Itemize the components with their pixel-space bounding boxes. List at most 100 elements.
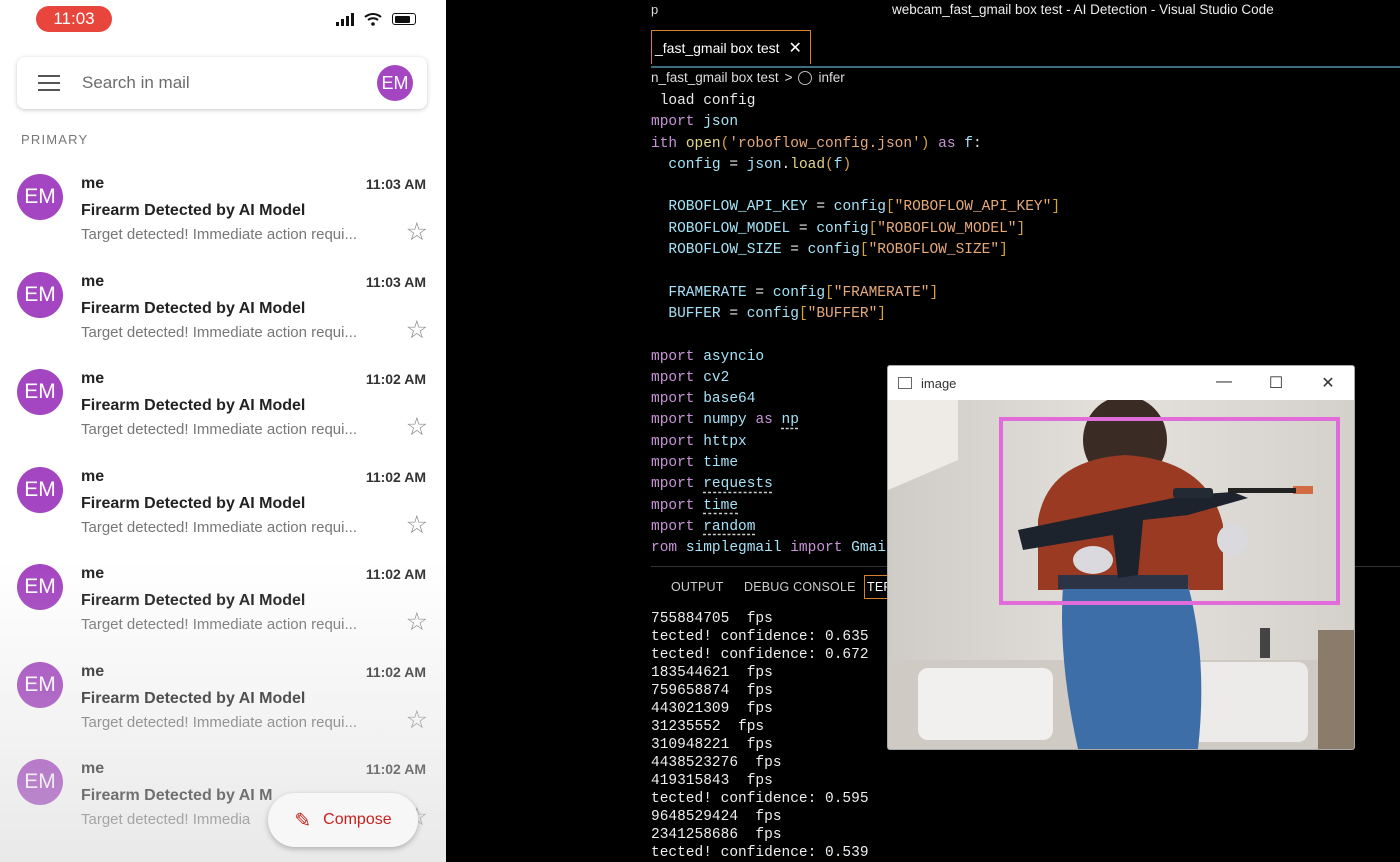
search-bar[interactable]: EM <box>17 57 427 109</box>
email-subject: Firearm Detected by AI Model <box>81 494 306 512</box>
email-subject: Firearm Detected by AI Model <box>81 592 306 609</box>
editor-tab[interactable]: _fast_gmail box test ✕ <box>651 30 811 64</box>
menu-fragment[interactable]: p <box>651 2 658 17</box>
function-icon <box>798 70 813 85</box>
terminal-line: 310948221 fps <box>651 737 773 753</box>
terminal-output[interactable]: 755884705 fps tected! confidence: 0.635 te… <box>651 610 869 862</box>
email-time: 11:03 AM <box>365 176 426 192</box>
email-time: 11:02 AM <box>365 468 426 485</box>
email-subject: Firearm Detected by AI Model <box>81 689 306 707</box>
breadcrumb-file[interactable]: n_fast_gmail box test <box>651 70 779 85</box>
maximize-icon[interactable]: ☐ <box>1250 373 1302 393</box>
email-subject: Firearm Detected by AI Model <box>81 299 306 317</box>
sender-avatar: EM <box>17 466 63 513</box>
star-icon[interactable]: ☆ <box>406 220 428 245</box>
window-title: webcam_fast_gmail box test - AI Detectio… <box>892 2 1274 17</box>
account-avatar[interactable]: EM <box>377 65 413 101</box>
star-icon[interactable]: ☆ <box>406 317 428 343</box>
email-sender: me <box>81 272 105 290</box>
email-sender: me <box>81 565 105 582</box>
image-window[interactable]: image — ☐ ✕ <box>887 365 1355 750</box>
email-subject: Firearm Detected by AI Model <box>81 202 306 219</box>
pencil-icon: ✎ <box>294 809 312 832</box>
email-preview: Target detected! Immediate action requi.… <box>81 713 357 731</box>
email-list-item[interactable]: EM me 11:02 AM Firearm Detected by AI Mo… <box>0 357 446 455</box>
star-icon[interactable]: ☆ <box>406 610 428 635</box>
email-list: EM me 11:03 AM Firearm Detected by AI Mo… <box>0 162 446 845</box>
terminal-line: 755884705 fps <box>651 611 773 627</box>
code-line: ROBOFLOW_MODEL = config["ROBOFLOW_MODEL"… <box>668 220 1026 237</box>
email-list-item[interactable]: EM me 11:02 AM Firearm Detected by AI Mo… <box>0 552 446 650</box>
email-time: 11:02 AM <box>365 371 426 387</box>
editor-tab-label: _fast_gmail box test <box>655 39 780 56</box>
search-input[interactable] <box>80 72 377 94</box>
terminal-line: 9648529424 fps <box>651 809 782 825</box>
image-window-titlebar[interactable]: image — ☐ ✕ <box>888 366 1354 400</box>
editor-tab-bar: _fast_gmail box test ✕ <box>651 30 1400 68</box>
breadcrumb-separator: > <box>784 70 793 85</box>
gmail-phone-screen: 11:03 EM PRIMARY EM me 11:03 AM Firearm … <box>0 0 446 862</box>
star-icon[interactable]: ☆ <box>406 415 428 440</box>
sender-avatar: EM <box>17 271 63 318</box>
sender-avatar: EM <box>17 564 63 610</box>
code-line: ith open('roboflow_config.json') as f: <box>651 135 982 152</box>
breadcrumb-symbol[interactable]: infer <box>818 70 844 85</box>
code-line: ROBOFLOW_SIZE = config["ROBOFLOW_SIZE"] <box>668 242 1008 259</box>
sender-avatar: EM <box>17 759 63 805</box>
star-icon[interactable]: ☆ <box>406 512 428 538</box>
email-preview: Target detected! Immediate action requi.… <box>81 226 357 243</box>
email-list-item[interactable]: EM me 11:03 AM Firearm Detected by AI Mo… <box>0 260 446 358</box>
email-time: 11:02 AM <box>365 566 426 582</box>
terminal-line: 759658874 fps <box>651 683 773 699</box>
email-subject: Firearm Detected by AI Model <box>81 397 306 414</box>
terminal-line: tected! confidence: 0.539 <box>651 845 869 861</box>
window-controls: — ☐ ✕ <box>1198 373 1354 393</box>
sender-avatar: EM <box>17 174 63 220</box>
compose-button[interactable]: ✎ Compose <box>268 793 418 847</box>
code-line: config = json.load(f) <box>668 156 852 173</box>
wifi-icon <box>364 13 382 26</box>
email-sender: me <box>81 370 105 387</box>
email-preview: Target detected! Immediate action requi.… <box>81 323 357 341</box>
menu-icon[interactable] <box>38 75 60 91</box>
compose-label: Compose <box>323 811 392 828</box>
close-icon[interactable]: ✕ <box>1302 373 1354 393</box>
terminal-line: 31235552 fps <box>651 719 765 735</box>
email-list-item[interactable]: EM me 11:03 AM Firearm Detected by AI Mo… <box>0 162 446 260</box>
email-preview: Target detected! Immediate action requi.… <box>81 518 357 536</box>
minimize-icon[interactable]: — <box>1198 373 1250 393</box>
email-sender: me <box>81 175 105 192</box>
tab-debug-console[interactable]: DEBUG CONSOLE <box>744 580 856 594</box>
email-time: 11:02 AM <box>365 761 426 777</box>
email-time: 11:03 AM <box>365 273 426 290</box>
email-sender: me <box>81 760 105 777</box>
email-list-item[interactable]: EM me 11:02 AM Firearm Detected by AI Mo… <box>0 455 446 553</box>
code-line: FRAMERATE = config["FRAMERATE"] <box>668 284 939 301</box>
star-icon[interactable]: ☆ <box>406 707 428 733</box>
terminal-line: tected! confidence: 0.635 <box>651 629 869 645</box>
email-sender: me <box>81 662 105 680</box>
signal-icon <box>336 12 354 26</box>
email-preview: Target detected! Immediate action requi.… <box>81 421 357 438</box>
tab-output[interactable]: OUTPUT <box>671 580 724 594</box>
detection-bounding-box <box>999 417 1340 605</box>
terminal-line: 4438523276 fps <box>651 755 782 771</box>
sender-avatar: EM <box>17 369 63 415</box>
sender-avatar: EM <box>17 661 63 708</box>
terminal-line: tected! confidence: 0.672 <box>651 647 869 663</box>
terminal-line: 419315843 fps <box>651 773 773 789</box>
webcam-frame <box>888 400 1354 749</box>
terminal-line: 2341258686 fps <box>651 827 782 843</box>
terminal-line: 443021309 fps <box>651 701 773 717</box>
email-list-item[interactable]: EM me 11:02 AM Firearm Detected by AI Mo… <box>0 650 446 748</box>
email-sender: me <box>81 467 105 485</box>
close-icon[interactable]: ✕ <box>789 38 802 58</box>
image-window-title: image <box>921 375 957 391</box>
app-icon <box>898 377 912 389</box>
terminal-line: tected! confidence: 0.595 <box>651 791 869 807</box>
email-subject: Firearm Detected by AI M <box>81 787 273 804</box>
status-time: 11:03 <box>36 6 112 32</box>
